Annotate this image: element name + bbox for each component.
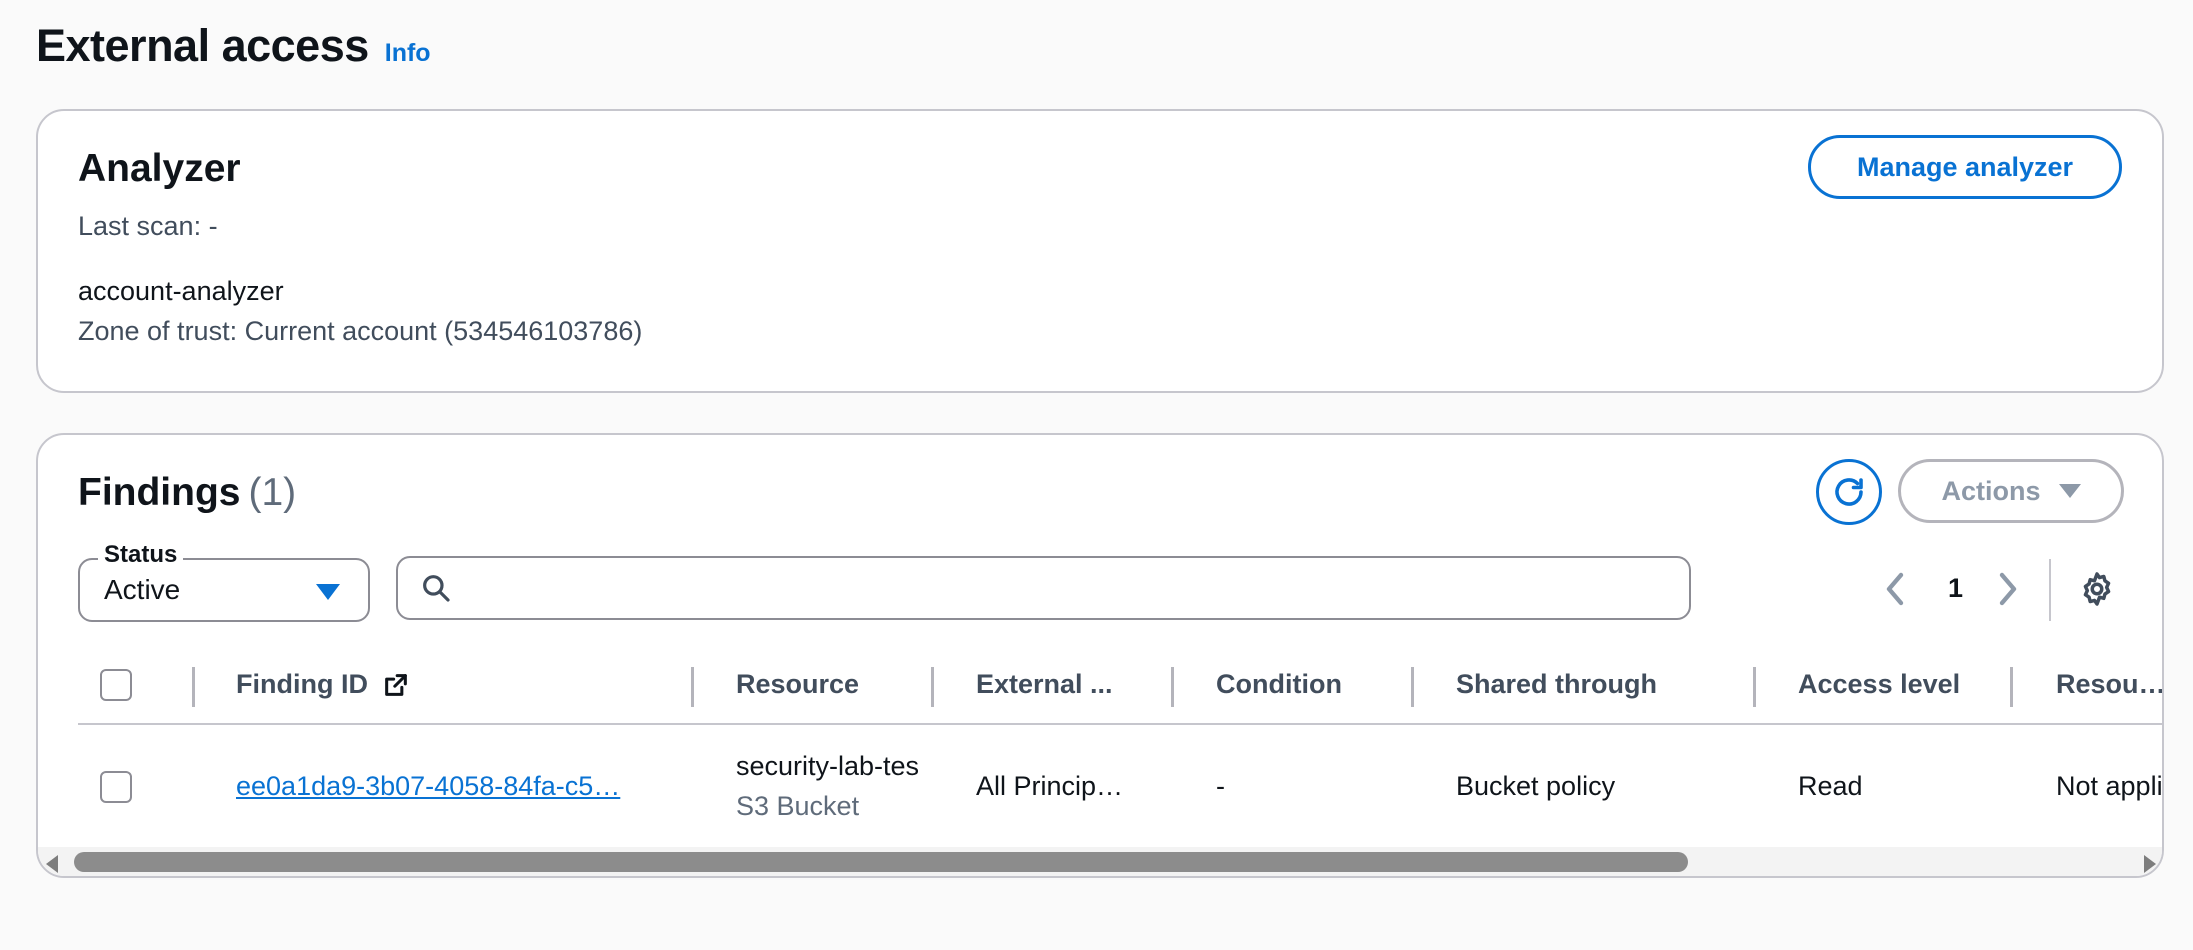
column-divider xyxy=(1411,667,1414,707)
previous-page-icon[interactable] xyxy=(1883,569,1907,614)
search-input[interactable] xyxy=(466,558,1689,618)
column-access-level[interactable]: Access level xyxy=(1798,669,1998,700)
page-title: External access xyxy=(36,20,369,71)
access-level-value: Read xyxy=(1798,771,1863,801)
current-page-number[interactable]: 1 xyxy=(1948,573,1963,604)
refresh-button[interactable] xyxy=(1816,459,1882,525)
findings-title: Findings xyxy=(78,471,241,514)
findings-count: (1) xyxy=(248,471,297,514)
column-divider xyxy=(931,667,934,707)
external-link-icon xyxy=(385,673,407,696)
resource-name: security-lab-tes xyxy=(736,751,920,781)
caret-down-icon xyxy=(316,584,340,600)
scrollbar-thumb[interactable] xyxy=(74,852,1688,872)
condition-value: - xyxy=(1216,771,1225,801)
gear-icon[interactable] xyxy=(2078,570,2116,613)
table-header: Finding ID Resource External ... Conditi… xyxy=(78,645,2162,725)
column-resource[interactable]: Resource xyxy=(736,669,896,700)
actions-label: Actions xyxy=(1941,475,2041,506)
status-select[interactable]: Status Active xyxy=(78,541,370,622)
shared-through-value: Bucket policy xyxy=(1456,771,1616,801)
column-finding-id[interactable]: Finding ID xyxy=(236,669,410,700)
column-divider xyxy=(1171,667,1174,707)
status-value: Active xyxy=(104,574,181,605)
status-label: Status xyxy=(98,541,184,569)
caret-down-icon xyxy=(2058,484,2081,498)
scroll-left-arrow-icon[interactable] xyxy=(46,855,58,873)
search-field[interactable] xyxy=(396,556,1691,620)
info-link[interactable]: Info xyxy=(385,39,431,68)
external-principal-value: All Princip… xyxy=(976,771,1124,801)
resource-extra-value: Not applica xyxy=(2056,771,2163,801)
refresh-icon xyxy=(1835,478,1863,506)
select-all-checkbox[interactable] xyxy=(100,669,132,701)
last-scan-text: Last scan: - xyxy=(78,211,218,241)
column-finding-id-label: Finding ID xyxy=(236,669,368,699)
analyzer-heading: Analyzer xyxy=(78,147,241,190)
row-checkbox[interactable] xyxy=(100,771,132,803)
column-divider xyxy=(192,667,195,707)
analyzer-panel: Analyzer Last scan: - account-analyzer Z… xyxy=(36,109,2164,393)
findings-heading: Findings (1) xyxy=(78,471,296,515)
actions-button[interactable]: Actions xyxy=(1898,459,2124,523)
column-resource-extra[interactable]: Resour... xyxy=(2056,669,2162,700)
column-condition[interactable]: Condition xyxy=(1216,669,1396,700)
next-page-icon[interactable] xyxy=(1996,569,2020,614)
column-divider xyxy=(2010,667,2013,707)
column-divider xyxy=(1753,667,1756,707)
page-header: External access Info xyxy=(36,20,431,72)
search-icon xyxy=(420,572,452,604)
column-shared-through[interactable]: Shared through xyxy=(1456,669,1736,700)
scroll-right-arrow-icon[interactable] xyxy=(2144,855,2156,873)
column-external-principal[interactable]: External ... xyxy=(976,669,1136,700)
horizontal-scrollbar[interactable] xyxy=(38,847,2162,876)
pager-divider xyxy=(2049,559,2051,621)
finding-id-link[interactable]: ee0a1da9-3b07-4058-84fa-c5… xyxy=(236,771,656,802)
manage-analyzer-button[interactable]: Manage analyzer xyxy=(1808,135,2122,199)
zone-of-trust-text: Zone of trust: Current account (53454610… xyxy=(78,316,643,346)
findings-panel: Findings (1) Actions Status Active 1 Fin… xyxy=(36,433,2164,878)
column-divider xyxy=(691,667,694,707)
analyzer-name: account-analyzer xyxy=(78,276,284,306)
resource-type: S3 Bucket xyxy=(736,791,860,821)
table-row: ee0a1da9-3b07-4058-84fa-c5… security-lab… xyxy=(78,727,2163,847)
